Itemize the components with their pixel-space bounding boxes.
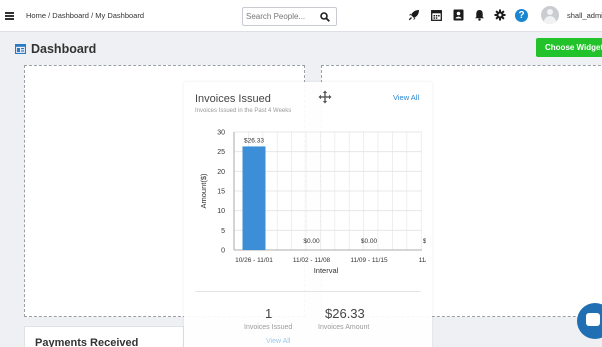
y-tick-label: 30 — [217, 130, 225, 137]
choose-widgets-button[interactable]: Choose Widgets — [536, 38, 602, 57]
y-tick-label: 10 — [217, 208, 225, 215]
x-axis-label: Interval — [314, 266, 339, 275]
bell-icon[interactable] — [473, 9, 485, 21]
payments-received-title: Payments Received — [35, 337, 139, 347]
search-box — [242, 7, 337, 26]
x-tick-label: 11/09 - 11/15 — [350, 257, 388, 264]
x-tick-label: 11/02 - 11/08 — [293, 257, 331, 264]
x-tick-label: 10/26 - 11/01 — [235, 257, 273, 264]
dashboard-icon — [15, 44, 26, 54]
invoices-bar-chart: 0 5 10 15 20 25 30 $26.33 10/26 - 11/01 $0.00 11/0… — [199, 130, 426, 276]
avatar[interactable] — [541, 6, 559, 24]
chart-bar — [242, 146, 266, 250]
username[interactable]: shall_admin — [567, 11, 602, 20]
invoices-count-value: 1 — [265, 306, 273, 321]
y-tick-label: 0 — [221, 248, 225, 255]
invoices-count-label: Invoices Issued — [244, 324, 293, 331]
invoices-amount-label: Invoices Amount — [318, 324, 370, 331]
calendar-icon[interactable] — [430, 9, 442, 21]
widget-divider — [195, 291, 421, 292]
search-icon[interactable] — [320, 12, 330, 22]
y-tick-label: 15 — [217, 189, 225, 196]
widget-title: Invoices Issued — [195, 93, 271, 105]
y-tick-label: 5 — [221, 228, 225, 235]
chat-launcher[interactable] — [577, 303, 602, 339]
chat-icon — [586, 313, 600, 326]
bar-data-label: $0.00 — [303, 238, 320, 245]
breadcrumb-home[interactable]: Home — [26, 11, 46, 20]
invoices-amount-value: $26.33 — [325, 306, 365, 321]
widget-subtitle: Invoices Issued in the Past 4 Weeks — [195, 108, 292, 114]
bar-data-label: $26.33 — [244, 137, 264, 144]
help-icon[interactable]: ? — [515, 9, 528, 22]
breadcrumb-current: My Dashboard — [95, 11, 145, 20]
top-bar: Home / Dashboard / My Dashboard ? shall_… — [0, 0, 602, 32]
bar-data-label: $0 — [423, 238, 426, 245]
y-axis-label: Amount($) — [199, 173, 208, 209]
page-title: Dashboard — [31, 42, 97, 56]
view-all-link-bottom[interactable]: View All — [266, 338, 290, 345]
y-tick-label: 20 — [217, 169, 225, 176]
view-all-link[interactable]: View All — [393, 93, 419, 102]
breadcrumb: Home / Dashboard / My Dashboard — [26, 11, 144, 20]
breadcrumb-dashboard[interactable]: Dashboard — [52, 11, 89, 20]
menu-icon[interactable] — [5, 12, 14, 20]
x-tick-label: 11/16 — [419, 257, 426, 264]
move-icon[interactable] — [318, 90, 332, 104]
contact-card-icon[interactable] — [452, 9, 464, 21]
rocket-icon[interactable] — [408, 9, 420, 21]
y-tick-label: 25 — [217, 149, 225, 156]
bar-data-label: $0.00 — [361, 238, 378, 245]
gear-icon[interactable] — [494, 9, 506, 21]
search-input[interactable] — [246, 10, 318, 23]
